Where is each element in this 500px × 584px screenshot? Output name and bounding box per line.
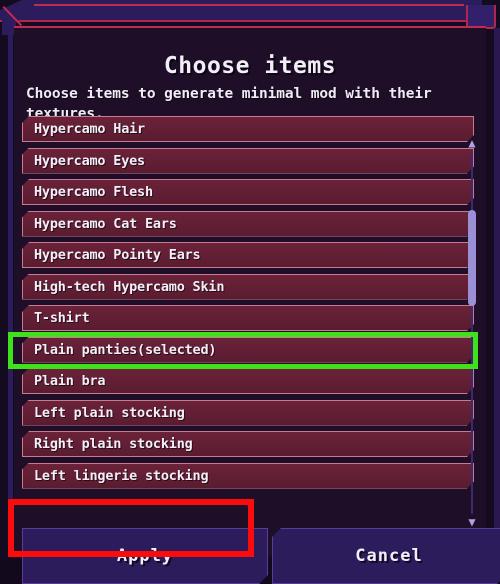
- list-item-label: Right plain stocking: [34, 436, 193, 452]
- list-item-label: Hypercamo Cat Ears: [34, 215, 177, 232]
- scroll-down-arrow-icon[interactable]: ▼: [467, 516, 477, 528]
- scrollbar-track[interactable]: [471, 152, 473, 514]
- list-item[interactable]: Left lingerie stocking: [22, 463, 474, 489]
- item-list[interactable]: Hypercamo Hair Hypercamo Eyes Hypercamo Fl…: [14, 116, 486, 526]
- window-frame: Choose items Choose items to generate mi…: [0, 0, 500, 559]
- list-item-label: Hypercamo Pointy Ears: [34, 247, 201, 263]
- list-item[interactable]: High-tech Hypercamo Skin: [22, 274, 474, 300]
- list-item-label: High-tech Hypercamo Skin: [34, 278, 225, 295]
- list-item[interactable]: T-shirt: [22, 305, 474, 331]
- list-item-label: Plain bra: [34, 373, 106, 389]
- cancel-button-label: Cancel: [355, 546, 423, 566]
- list-item[interactable]: Hypercamo Pointy Ears: [22, 242, 474, 268]
- list-item[interactable]: Hypercamo Hair: [22, 116, 474, 142]
- list-item[interactable]: Hypercamo Eyes: [22, 148, 474, 174]
- list-item-label: T-shirt: [34, 310, 90, 326]
- frame-accent-line-top: [34, 4, 464, 6]
- list-item-label: Hypercamo Eyes: [34, 152, 145, 169]
- list-item[interactable]: Hypercamo Cat Ears: [22, 211, 474, 237]
- list-item[interactable]: Right plain stocking: [22, 431, 474, 457]
- list-item-label: Plain panties(selected): [34, 341, 217, 358]
- list-item-label: Left plain stocking: [34, 404, 185, 421]
- list-item[interactable]: Left plain stocking: [22, 400, 474, 426]
- list-item-label: Hypercamo Flesh: [34, 184, 153, 200]
- scroll-up-arrow-icon[interactable]: ▲: [467, 137, 477, 149]
- dialog-right-edge: [494, 28, 500, 559]
- list-item[interactable]: Plain panties(selected): [22, 337, 474, 363]
- list-item[interactable]: Hypercamo Flesh: [22, 179, 474, 205]
- choose-items-dialog: Choose items Choose items to generate mi…: [14, 28, 486, 555]
- list-item-label: Left lingerie stocking: [34, 467, 209, 484]
- page-title: Choose items: [163, 53, 337, 79]
- dialog-button-bar: Apply Cancel: [22, 528, 500, 584]
- apply-button[interactable]: Apply: [22, 528, 268, 584]
- cancel-button[interactable]: Cancel: [272, 528, 500, 584]
- list-item-label: Hypercamo Hair: [34, 121, 145, 137]
- list-scrollbar[interactable]: ▲ ▼: [466, 137, 478, 528]
- scrollbar-thumb[interactable]: [468, 210, 476, 306]
- dialog-left-edge: [8, 30, 13, 555]
- apply-button-label: Apply: [116, 546, 174, 566]
- list-item[interactable]: Plain bra: [22, 368, 474, 394]
